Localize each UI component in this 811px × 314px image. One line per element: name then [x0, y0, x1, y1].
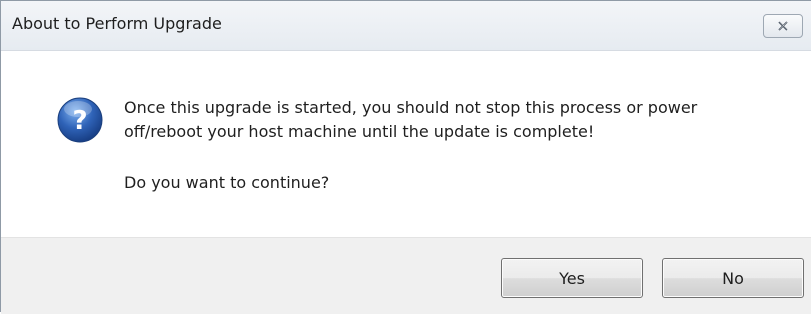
close-button[interactable]: [763, 14, 803, 38]
window-title: About to Perform Upgrade: [12, 14, 222, 33]
message-line-2: off/reboot your host machine until the u…: [124, 122, 595, 141]
dialog-window: About to Perform Upgrade ? Once this upg…: [0, 0, 811, 314]
button-bar: Yes No: [1, 237, 811, 314]
no-button[interactable]: No: [662, 258, 804, 298]
svg-text:?: ?: [72, 106, 87, 136]
message-area: ? Once this upgrade is started, you shou…: [1, 51, 811, 237]
question-text: Do you want to continue?: [124, 173, 330, 192]
title-bar[interactable]: About to Perform Upgrade: [1, 1, 811, 51]
yes-button[interactable]: Yes: [501, 258, 643, 298]
yes-button-label: Yes: [559, 268, 585, 288]
message-line-1: Once this upgrade is started, you should…: [124, 98, 698, 117]
question-icon: ?: [57, 97, 103, 143]
no-button-label: No: [722, 268, 744, 288]
close-icon: [778, 21, 788, 31]
